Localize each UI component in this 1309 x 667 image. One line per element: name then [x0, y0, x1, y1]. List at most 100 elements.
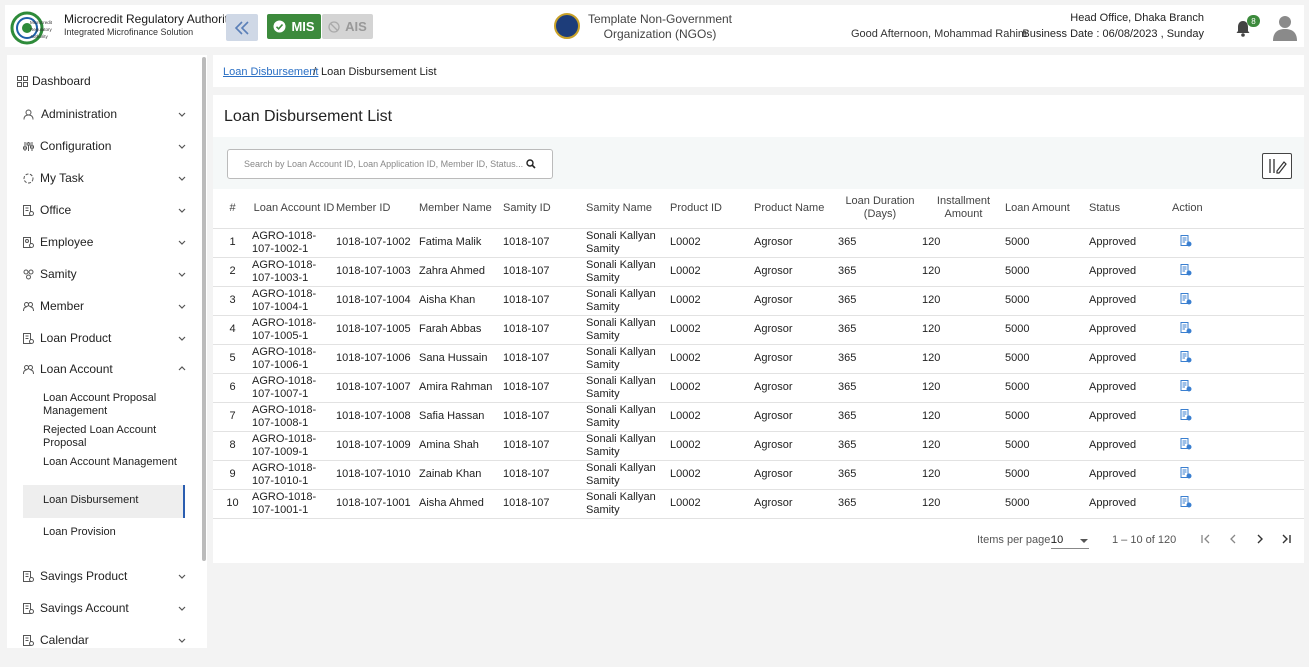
action-cell: [1172, 460, 1304, 490]
edit-document-icon[interactable]: [1180, 321, 1192, 334]
chevron-down-icon: [178, 176, 186, 181]
table-cell: 1018-107: [503, 257, 586, 287]
sidebar-subitem-loan-disbursement[interactable]: Loan Disbursement: [43, 494, 183, 507]
sidebar-item-administration[interactable]: Administration: [7, 100, 202, 128]
search-input[interactable]: Search by Loan Account ID, Loan Applicat…: [227, 149, 553, 179]
table-cell: 6: [213, 373, 252, 403]
sidebar-item-samity[interactable]: Samity: [7, 260, 202, 288]
edit-document-icon[interactable]: [1180, 408, 1192, 421]
action-cell: [1172, 373, 1304, 403]
table-cell: L0002: [670, 489, 754, 519]
table-cell: 1018-107: [503, 228, 586, 258]
table-cell: Approved: [1089, 373, 1172, 403]
collapse-sidebar-button[interactable]: [226, 14, 258, 41]
breadcrumb-link[interactable]: Loan Disbursement: [223, 66, 318, 78]
calendar-icon: [23, 634, 34, 646]
table-cell: 120: [922, 431, 1005, 461]
table-cell: 120: [922, 460, 1005, 490]
action-cell: [1172, 402, 1304, 432]
ais-toggle-button[interactable]: AIS: [322, 14, 373, 39]
sidebar-item-employee[interactable]: Employee: [7, 228, 202, 256]
sidebar-item-loan-account[interactable]: Loan Account: [7, 355, 202, 383]
table-cell: 5000: [1005, 489, 1089, 519]
sidebar-item-calendar[interactable]: Calendar: [7, 626, 202, 654]
edit-document-icon[interactable]: [1180, 437, 1192, 450]
edit-document-icon[interactable]: [1180, 234, 1192, 247]
sidebar-subitem-proposal-management[interactable]: Loan Account Proposal Management: [43, 392, 183, 418]
chevron-down-icon: [178, 272, 186, 277]
chevron-left-icon: [1230, 534, 1236, 544]
column-settings-button[interactable]: [1262, 153, 1292, 179]
edit-document-icon[interactable]: [1180, 495, 1192, 508]
sidebar-item-dashboard[interactable]: Dashboard: [7, 67, 202, 95]
edit-document-icon[interactable]: [1180, 263, 1192, 276]
column-header: Samity ID: [503, 189, 586, 229]
edit-document-icon[interactable]: [1180, 466, 1192, 479]
blocked-icon: [328, 20, 340, 33]
action-cell: [1172, 344, 1304, 374]
table-cell: Sana Hussain: [419, 344, 503, 374]
pagination: Items per page: 10 1 – 10 of 120: [213, 523, 1304, 555]
user-avatar-icon[interactable]: [1272, 14, 1298, 42]
table-cell: Approved: [1089, 344, 1172, 374]
column-header: Loan Account ID: [252, 189, 336, 229]
sidebar-subitem-account-management[interactable]: Loan Account Management: [43, 456, 183, 469]
table-cell: 5000: [1005, 286, 1089, 316]
sidebar-item-savings-account[interactable]: Savings Account: [7, 594, 202, 622]
table-cell: Agrosor: [754, 228, 838, 258]
sidebar-label: Samity: [40, 267, 77, 281]
previous-page-button[interactable]: [1224, 530, 1242, 548]
branch-name: Head Office, Dhaka Branch: [1070, 12, 1204, 24]
sidebar-scrollbar[interactable]: [202, 57, 206, 561]
table-row: 4 AGRO-1018-107-1005-1 1018-107-1005 Farah …: [213, 315, 1304, 345]
next-page-button[interactable]: [1251, 530, 1269, 548]
table-cell: L0002: [670, 344, 754, 374]
savings-account-icon: [23, 602, 34, 614]
chevron-down-icon: [178, 606, 186, 611]
table-cell: 1018-107-1006: [336, 344, 419, 374]
greeting-text: Good Afternoon, Mohammad Rahim: [851, 28, 1028, 40]
table-cell: Approved: [1089, 257, 1172, 287]
sidebar-item-member[interactable]: Member: [7, 292, 202, 320]
table-cell: 365: [838, 460, 922, 490]
sidebar-item-office[interactable]: Office: [7, 196, 202, 224]
edit-document-icon[interactable]: [1180, 350, 1192, 363]
table-row: 3 AGRO-1018-107-1004-1 1018-107-1004 Aisha …: [213, 286, 1304, 316]
chevron-down-icon: [178, 208, 186, 213]
table-cell: 120: [922, 315, 1005, 345]
loan-disbursement-table: # Loan Account ID Member ID Member Name …: [213, 189, 1304, 519]
table-cell: 1018-107-1004: [336, 286, 419, 316]
table-cell: 1018-107-1001: [336, 489, 419, 519]
table-cell: Approved: [1089, 489, 1172, 519]
table-cell: Agrosor: [754, 460, 838, 490]
last-page-button[interactable]: [1277, 530, 1295, 548]
savings-product-icon: [23, 570, 34, 582]
table-cell: Zainab Khan: [419, 460, 503, 490]
ngo-name: Template Non-Government Organization (NG…: [587, 12, 733, 41]
table-cell: L0002: [670, 460, 754, 490]
items-per-page-select[interactable]: 10: [1051, 529, 1089, 549]
sidebar-item-loan-product[interactable]: Loan Product: [7, 324, 202, 352]
svg-text:Authority: Authority: [30, 34, 49, 39]
edit-document-icon[interactable]: [1180, 379, 1192, 392]
sidebar-item-configuration[interactable]: Configuration: [7, 132, 202, 160]
member-icon: [23, 301, 34, 311]
loan-product-icon: [23, 332, 34, 344]
sidebar-item-my-task[interactable]: My Task: [7, 164, 202, 192]
table-cell: Approved: [1089, 431, 1172, 461]
sidebar-item-savings-product[interactable]: Savings Product: [7, 562, 202, 590]
table-cell: Sonali Kallyan Samity: [586, 228, 670, 258]
chevron-down-icon: [178, 638, 186, 643]
edit-document-icon[interactable]: [1180, 292, 1192, 305]
table-row: 1 AGRO-1018-107-1002-1 1018-107-1002 Fatima…: [213, 228, 1304, 258]
mis-toggle-button[interactable]: MIS: [267, 14, 321, 39]
sidebar-subitem-rejected-proposal[interactable]: Rejected Loan Account Proposal: [43, 424, 183, 450]
breadcrumb: Loan Disbursement / Loan Disbursement Li…: [213, 55, 1304, 87]
table-cell: 120: [922, 344, 1005, 374]
admin-icon: [23, 109, 34, 120]
table-cell: AGRO-1018-107-1008-1: [252, 402, 336, 432]
first-page-button[interactable]: [1197, 530, 1215, 548]
table-cell: 7: [213, 402, 252, 432]
sidebar-subitem-loan-provision[interactable]: Loan Provision: [43, 526, 183, 539]
sidebar-label: Loan Product: [40, 331, 112, 345]
